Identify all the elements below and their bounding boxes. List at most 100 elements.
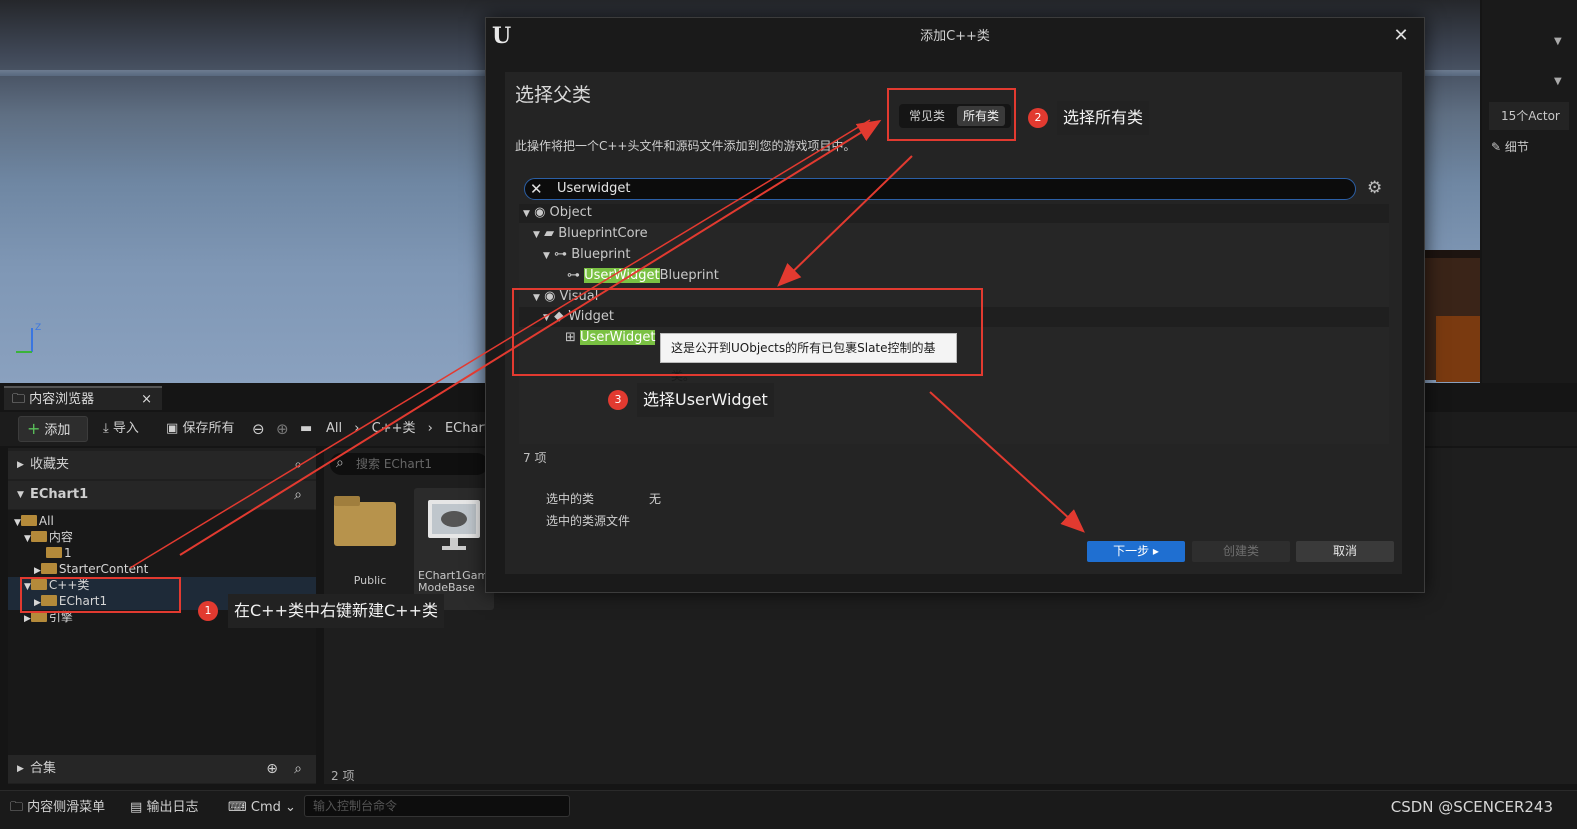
expand-icon: ▶ [17, 460, 24, 470]
watermark: CSDN @SCENCER243 [1390, 798, 1553, 816]
folder-icon [30, 531, 47, 542]
save-icon: ▣ [166, 421, 179, 436]
match-highlight: UserWidget [584, 268, 660, 283]
dialog-description: 此操作将把一个C++头文件和源码文件添加到您的游戏项目中。 [515, 139, 856, 153]
chevron-down-icon[interactable]: ▼ [1554, 76, 1562, 87]
step-badge: 1 [198, 601, 218, 621]
annotation-box [887, 88, 1016, 141]
class-label: BlueprintCore [558, 226, 648, 241]
search-icon[interactable]: ⌕ [294, 481, 302, 509]
content-drawer-button[interactable]: 🗀 内容侧滑菜单 [10, 795, 105, 821]
breadcrumb: All › C++类 › EChart1 [326, 416, 497, 442]
folder-icon [46, 547, 62, 558]
favorites-section[interactable]: ▶ 收藏夹 ⌕ [8, 451, 316, 479]
collapse-icon: ▼ [533, 230, 540, 240]
dialog-title: 添加C++类 [920, 29, 990, 44]
breadcrumb-item[interactable]: C++类 [372, 421, 416, 436]
close-icon[interactable]: × [141, 388, 152, 412]
terminal-icon: ⌨ [228, 800, 247, 815]
close-icon[interactable]: ✕ [1390, 25, 1412, 47]
drawer-icon: 🗀 [10, 800, 24, 815]
dialog-heading: 选择父类 [515, 84, 592, 106]
add-label: 添加 [44, 423, 71, 438]
tile-label: Public [353, 574, 387, 587]
tree-item-1[interactable]: 1 [46, 545, 72, 561]
add-button[interactable]: + 添加 [18, 416, 88, 442]
collections-label: 合集 [30, 761, 57, 776]
folder-icon [330, 488, 410, 560]
console-command-input[interactable]: 输入控制台命令 [304, 795, 570, 817]
create-class-button[interactable]: 创建类 [1192, 541, 1290, 562]
gamepad-monitor-icon [414, 488, 494, 560]
expand-icon: ▶ [17, 764, 24, 774]
search-icon: ⌕ [336, 455, 344, 471]
cmd-label: Cmd [250, 800, 281, 815]
object-icon: ◉ [534, 205, 546, 220]
import-icon: ⤓ [103, 421, 109, 436]
step-badge: 3 [608, 390, 628, 410]
back-icon[interactable]: ⊖ [252, 416, 265, 442]
project-label: EChart1 [30, 487, 89, 502]
tree-label: StarterContent [58, 562, 149, 576]
breadcrumb-item[interactable]: All [326, 421, 342, 436]
tree-label: All [38, 514, 54, 528]
selected-class-value: 无 [649, 492, 662, 506]
class-search-input[interactable]: Userwidget [524, 178, 1356, 200]
forward-icon[interactable]: ⊕ [276, 416, 289, 442]
asset-tile-gamemode[interactable]: EChart1Gam ModeBase [414, 488, 494, 610]
search-icon[interactable]: ⌕ [294, 451, 302, 479]
tab-content-browser[interactable]: 🗀 内容浏览器 × [4, 386, 162, 410]
annotation-box [512, 288, 983, 376]
tree-label: 内容 [48, 530, 73, 544]
class-row[interactable]: ▼ ⊶ Blueprint [519, 244, 1389, 265]
tree-item-all[interactable]: ▼ All [14, 513, 54, 529]
collapse-icon: ▼ [523, 209, 530, 219]
class-row[interactable]: ⊶ UserWidgetBlueprint [519, 265, 1389, 286]
scene-object [1436, 316, 1480, 382]
favorites-label: 收藏夹 [30, 457, 70, 472]
import-label: 导入 [112, 421, 139, 436]
tree-item-content[interactable]: ▼ 内容 [24, 529, 73, 545]
add-collection-icon[interactable]: ⊕ [266, 755, 278, 783]
save-all-button[interactable]: ▣ 保存所有 [166, 416, 234, 442]
class-item-userwidgetblueprint[interactable]: ⊶ UserWidgetBlueprint [567, 265, 719, 286]
class-row[interactable]: ▼ ◉ Object [519, 202, 1389, 223]
project-section[interactable]: ▼ EChart1 ⌕ [8, 481, 316, 509]
output-log-button[interactable]: ▤ 输出日志 [130, 795, 198, 821]
chevron-down-icon[interactable]: ▼ [1554, 36, 1562, 47]
import-button[interactable]: ⤓ 导入 [103, 416, 139, 442]
save-all-label: 保存所有 [182, 421, 235, 436]
cmd-dropdown[interactable]: ⌨ Cmd ⌄ [228, 795, 296, 821]
svg-text:Z: Z [35, 323, 41, 333]
search-icon[interactable]: ⌕ [294, 755, 302, 783]
next-button[interactable]: 下一步 ▸ [1087, 541, 1185, 562]
output-log-label: 输出日志 [146, 800, 199, 815]
collapse-icon: ▼ [543, 251, 550, 261]
actor-count: 15个Actor [1489, 102, 1569, 130]
class-label: Blueprint [571, 247, 631, 262]
chevron-down-icon: ⌄ [285, 800, 296, 815]
axis-gizmo-icon: Z [16, 323, 41, 353]
details-tab-label: 细节 [1504, 140, 1529, 154]
asset-tile-public[interactable]: Public [330, 488, 410, 610]
blueprint-icon: ⊶ [567, 268, 580, 283]
clear-search-icon[interactable]: ✕ [530, 180, 546, 198]
folder-icon: 🗀 [12, 392, 26, 407]
cancel-button[interactable]: 取消 [1296, 541, 1394, 562]
tree-item-startercontent[interactable]: ▶ StarterContent [34, 561, 148, 577]
tab-label: 内容浏览器 [29, 392, 95, 407]
selected-class-label: 选中的类 [546, 492, 595, 506]
annotation-callout: 选择UserWidget [637, 383, 774, 417]
class-row[interactable]: ▼ ▰ BlueprintCore [519, 223, 1389, 244]
asset-search-input[interactable]: 搜索 EChart1 [330, 453, 488, 475]
drawer-label: 内容侧滑菜单 [27, 800, 106, 815]
gear-icon[interactable]: ⚙ [1367, 178, 1382, 198]
folder-icon [40, 563, 57, 574]
class-item-blueprint[interactable]: ▼ ⊶ Blueprint [543, 244, 631, 265]
class-item-object[interactable]: ▼ ◉ Object [523, 202, 592, 223]
details-tab[interactable]: ✎ 细节 [1491, 138, 1529, 155]
folder-icon: ▬ [300, 421, 313, 436]
collections-section[interactable]: ▶ 合集 ⊕ ⌕ [8, 755, 316, 783]
class-item-blueprintcore[interactable]: ▼ ▰ BlueprintCore [533, 223, 648, 244]
items-count: 7 项 [523, 451, 547, 465]
